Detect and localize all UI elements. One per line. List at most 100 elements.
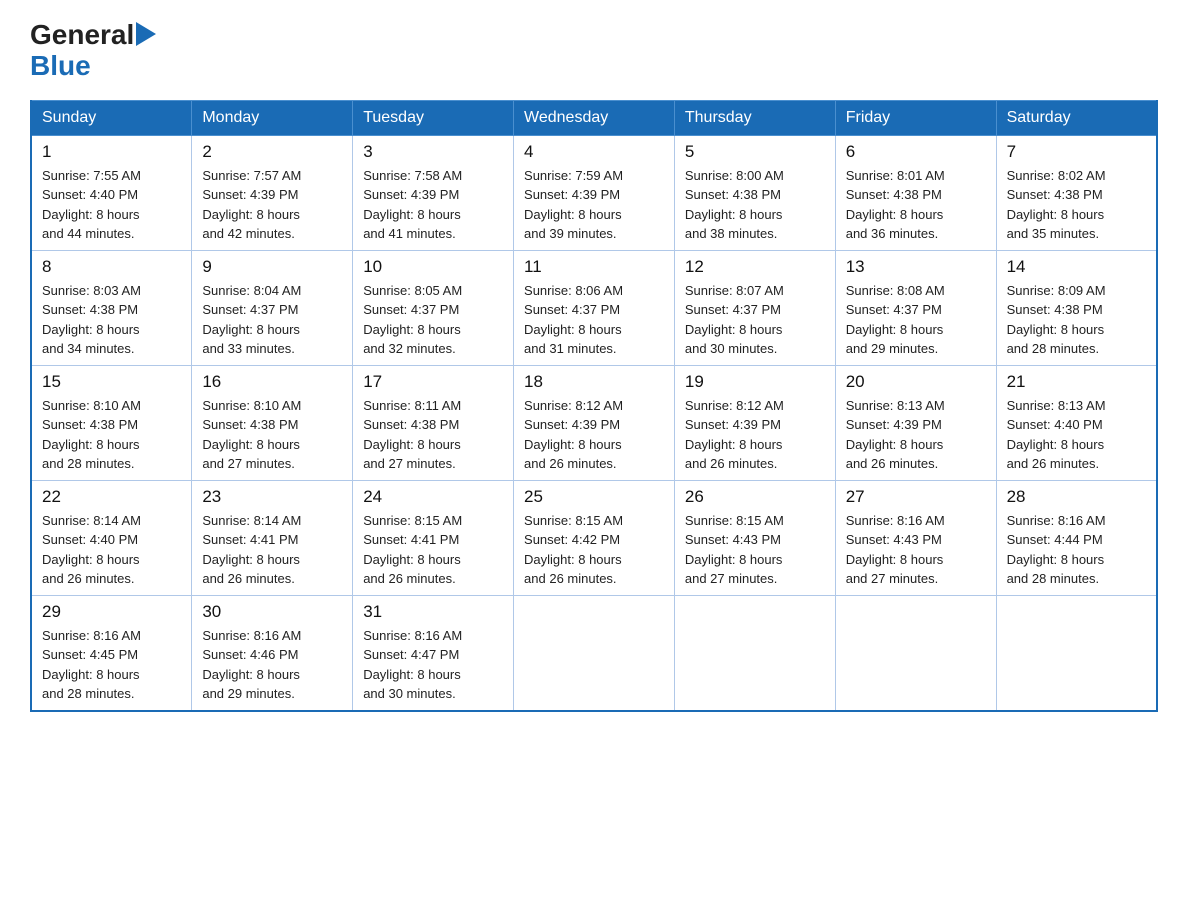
day-number: 20 xyxy=(846,372,986,392)
day-info: Sunrise: 7:58 AMSunset: 4:39 PMDaylight:… xyxy=(363,168,462,242)
day-number: 2 xyxy=(202,142,342,162)
day-info: Sunrise: 8:15 AMSunset: 4:41 PMDaylight:… xyxy=(363,513,462,587)
weekday-header-tuesday: Tuesday xyxy=(353,100,514,135)
calendar-cell: 4 Sunrise: 7:59 AMSunset: 4:39 PMDayligh… xyxy=(514,135,675,250)
calendar-cell: 17 Sunrise: 8:11 AMSunset: 4:38 PMDaylig… xyxy=(353,365,514,480)
calendar-cell: 8 Sunrise: 8:03 AMSunset: 4:38 PMDayligh… xyxy=(31,250,192,365)
calendar-cell: 21 Sunrise: 8:13 AMSunset: 4:40 PMDaylig… xyxy=(996,365,1157,480)
calendar-cell: 18 Sunrise: 8:12 AMSunset: 4:39 PMDaylig… xyxy=(514,365,675,480)
day-info: Sunrise: 7:57 AMSunset: 4:39 PMDaylight:… xyxy=(202,168,301,242)
day-number: 1 xyxy=(42,142,181,162)
calendar-cell: 30 Sunrise: 8:16 AMSunset: 4:46 PMDaylig… xyxy=(192,595,353,711)
day-info: Sunrise: 8:15 AMSunset: 4:43 PMDaylight:… xyxy=(685,513,784,587)
day-number: 30 xyxy=(202,602,342,622)
day-info: Sunrise: 8:16 AMSunset: 4:47 PMDaylight:… xyxy=(363,628,462,702)
calendar-cell: 25 Sunrise: 8:15 AMSunset: 4:42 PMDaylig… xyxy=(514,480,675,595)
day-info: Sunrise: 8:16 AMSunset: 4:46 PMDaylight:… xyxy=(202,628,301,702)
calendar-cell: 13 Sunrise: 8:08 AMSunset: 4:37 PMDaylig… xyxy=(835,250,996,365)
calendar-cell: 7 Sunrise: 8:02 AMSunset: 4:38 PMDayligh… xyxy=(996,135,1157,250)
calendar-cell: 19 Sunrise: 8:12 AMSunset: 4:39 PMDaylig… xyxy=(674,365,835,480)
logo: General Blue xyxy=(30,20,156,82)
day-number: 11 xyxy=(524,257,664,277)
calendar-body: 1 Sunrise: 7:55 AMSunset: 4:40 PMDayligh… xyxy=(31,135,1157,711)
week-row-5: 29 Sunrise: 8:16 AMSunset: 4:45 PMDaylig… xyxy=(31,595,1157,711)
calendar-cell xyxy=(996,595,1157,711)
week-row-4: 22 Sunrise: 8:14 AMSunset: 4:40 PMDaylig… xyxy=(31,480,1157,595)
header: General Blue xyxy=(30,20,1158,82)
calendar-cell: 24 Sunrise: 8:15 AMSunset: 4:41 PMDaylig… xyxy=(353,480,514,595)
day-number: 18 xyxy=(524,372,664,392)
day-info: Sunrise: 8:10 AMSunset: 4:38 PMDaylight:… xyxy=(42,398,141,472)
weekday-header-monday: Monday xyxy=(192,100,353,135)
calendar-cell: 20 Sunrise: 8:13 AMSunset: 4:39 PMDaylig… xyxy=(835,365,996,480)
day-number: 23 xyxy=(202,487,342,507)
day-number: 14 xyxy=(1007,257,1146,277)
day-number: 3 xyxy=(363,142,503,162)
week-row-2: 8 Sunrise: 8:03 AMSunset: 4:38 PMDayligh… xyxy=(31,250,1157,365)
day-number: 10 xyxy=(363,257,503,277)
day-number: 27 xyxy=(846,487,986,507)
day-info: Sunrise: 8:05 AMSunset: 4:37 PMDaylight:… xyxy=(363,283,462,357)
day-number: 24 xyxy=(363,487,503,507)
day-info: Sunrise: 8:02 AMSunset: 4:38 PMDaylight:… xyxy=(1007,168,1106,242)
logo-triangle-icon xyxy=(136,22,156,46)
day-number: 16 xyxy=(202,372,342,392)
day-info: Sunrise: 8:04 AMSunset: 4:37 PMDaylight:… xyxy=(202,283,301,357)
day-info: Sunrise: 8:14 AMSunset: 4:41 PMDaylight:… xyxy=(202,513,301,587)
weekday-header-wednesday: Wednesday xyxy=(514,100,675,135)
day-info: Sunrise: 8:13 AMSunset: 4:40 PMDaylight:… xyxy=(1007,398,1106,472)
weekday-header-sunday: Sunday xyxy=(31,100,192,135)
calendar-cell: 28 Sunrise: 8:16 AMSunset: 4:44 PMDaylig… xyxy=(996,480,1157,595)
calendar-cell: 11 Sunrise: 8:06 AMSunset: 4:37 PMDaylig… xyxy=(514,250,675,365)
day-info: Sunrise: 8:01 AMSunset: 4:38 PMDaylight:… xyxy=(846,168,945,242)
calendar-cell: 14 Sunrise: 8:09 AMSunset: 4:38 PMDaylig… xyxy=(996,250,1157,365)
weekday-header-thursday: Thursday xyxy=(674,100,835,135)
day-number: 29 xyxy=(42,602,181,622)
calendar-cell: 3 Sunrise: 7:58 AMSunset: 4:39 PMDayligh… xyxy=(353,135,514,250)
day-info: Sunrise: 8:15 AMSunset: 4:42 PMDaylight:… xyxy=(524,513,623,587)
calendar-cell: 12 Sunrise: 8:07 AMSunset: 4:37 PMDaylig… xyxy=(674,250,835,365)
day-info: Sunrise: 8:11 AMSunset: 4:38 PMDaylight:… xyxy=(363,398,461,472)
day-info: Sunrise: 8:07 AMSunset: 4:37 PMDaylight:… xyxy=(685,283,784,357)
day-number: 22 xyxy=(42,487,181,507)
calendar-cell: 10 Sunrise: 8:05 AMSunset: 4:37 PMDaylig… xyxy=(353,250,514,365)
day-number: 12 xyxy=(685,257,825,277)
calendar-cell: 26 Sunrise: 8:15 AMSunset: 4:43 PMDaylig… xyxy=(674,480,835,595)
day-number: 5 xyxy=(685,142,825,162)
day-info: Sunrise: 7:59 AMSunset: 4:39 PMDaylight:… xyxy=(524,168,623,242)
day-info: Sunrise: 7:55 AMSunset: 4:40 PMDaylight:… xyxy=(42,168,141,242)
week-row-1: 1 Sunrise: 7:55 AMSunset: 4:40 PMDayligh… xyxy=(31,135,1157,250)
day-info: Sunrise: 8:16 AMSunset: 4:44 PMDaylight:… xyxy=(1007,513,1106,587)
day-number: 13 xyxy=(846,257,986,277)
calendar-cell: 23 Sunrise: 8:14 AMSunset: 4:41 PMDaylig… xyxy=(192,480,353,595)
day-info: Sunrise: 8:12 AMSunset: 4:39 PMDaylight:… xyxy=(685,398,784,472)
day-info: Sunrise: 8:16 AMSunset: 4:43 PMDaylight:… xyxy=(846,513,945,587)
weekday-header-friday: Friday xyxy=(835,100,996,135)
day-info: Sunrise: 8:08 AMSunset: 4:37 PMDaylight:… xyxy=(846,283,945,357)
weekday-header-row: SundayMondayTuesdayWednesdayThursdayFrid… xyxy=(31,100,1157,135)
day-number: 17 xyxy=(363,372,503,392)
day-number: 4 xyxy=(524,142,664,162)
day-info: Sunrise: 8:13 AMSunset: 4:39 PMDaylight:… xyxy=(846,398,945,472)
calendar-cell xyxy=(674,595,835,711)
calendar-cell: 31 Sunrise: 8:16 AMSunset: 4:47 PMDaylig… xyxy=(353,595,514,711)
day-number: 8 xyxy=(42,257,181,277)
day-info: Sunrise: 8:00 AMSunset: 4:38 PMDaylight:… xyxy=(685,168,784,242)
day-number: 26 xyxy=(685,487,825,507)
day-info: Sunrise: 8:12 AMSunset: 4:39 PMDaylight:… xyxy=(524,398,623,472)
calendar-cell: 15 Sunrise: 8:10 AMSunset: 4:38 PMDaylig… xyxy=(31,365,192,480)
day-number: 9 xyxy=(202,257,342,277)
calendar-cell xyxy=(835,595,996,711)
logo-blue-text: Blue xyxy=(30,51,156,82)
calendar-cell: 1 Sunrise: 7:55 AMSunset: 4:40 PMDayligh… xyxy=(31,135,192,250)
day-info: Sunrise: 8:10 AMSunset: 4:38 PMDaylight:… xyxy=(202,398,301,472)
calendar-cell: 16 Sunrise: 8:10 AMSunset: 4:38 PMDaylig… xyxy=(192,365,353,480)
calendar-cell: 27 Sunrise: 8:16 AMSunset: 4:43 PMDaylig… xyxy=(835,480,996,595)
calendar-cell: 22 Sunrise: 8:14 AMSunset: 4:40 PMDaylig… xyxy=(31,480,192,595)
day-number: 6 xyxy=(846,142,986,162)
logo-general-text: General xyxy=(30,20,134,51)
calendar-cell: 5 Sunrise: 8:00 AMSunset: 4:38 PMDayligh… xyxy=(674,135,835,250)
calendar-table: SundayMondayTuesdayWednesdayThursdayFrid… xyxy=(30,100,1158,712)
calendar-cell xyxy=(514,595,675,711)
weekday-header-saturday: Saturday xyxy=(996,100,1157,135)
